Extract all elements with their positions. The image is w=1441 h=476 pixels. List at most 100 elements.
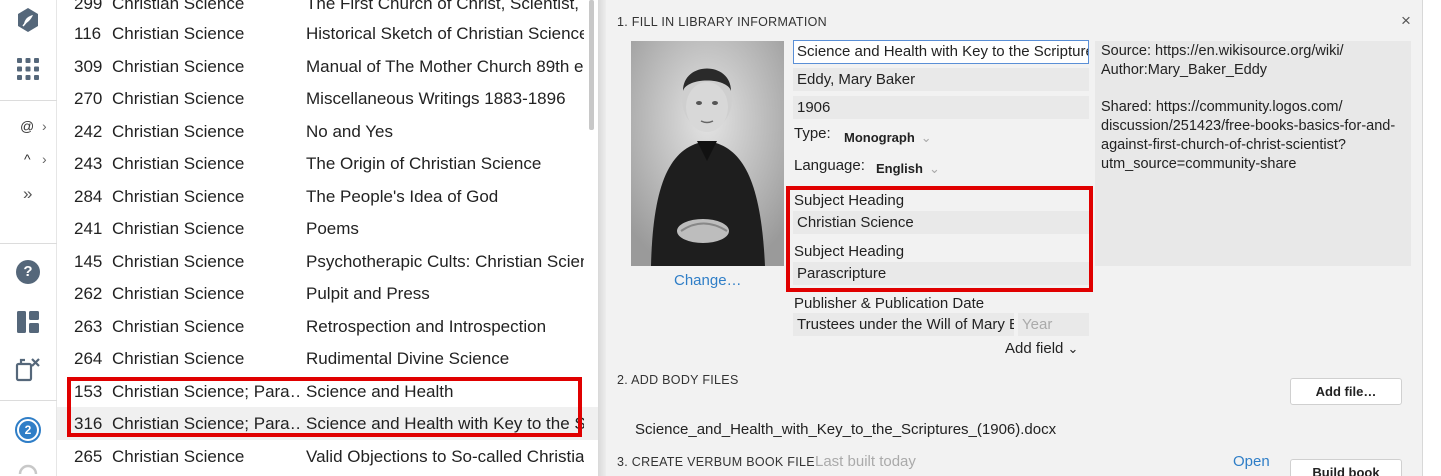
row-number: 116 [74,24,102,43]
row-subject: Christian Science [112,0,245,13]
row-title: Rudimental Divine Science [306,349,510,368]
language-label: Language: [794,157,865,174]
row-title: Poems [306,219,359,238]
list-row[interactable]: 243 Christian Science The Origin of Christ… [57,147,598,180]
rail-divider [0,243,57,244]
list-row[interactable]: 270 Christian Science Miscellaneous Writin… [57,82,598,115]
open-link[interactable]: Open [1233,453,1270,470]
row-title: No and Yes [306,122,393,141]
app-window: @ › ^ › » ? 2 299 Christian Science The Fi… [0,0,1441,476]
row-title: The People's Idea of God [306,187,499,206]
row-title: Retrospection and Introspection [306,317,547,336]
sync-icon[interactable] [14,460,42,476]
list-row[interactable]: 264 Christian Science Rudimental Divine Sc… [57,342,598,375]
row-title: Miscellaneous Writings 1883-1896 [306,89,566,108]
rail-divider [0,100,57,101]
row-subject: Christian Science [112,447,245,466]
row-number: 242 [74,122,103,141]
rail-divider [0,400,57,401]
chevron-right-icon[interactable]: › [42,151,47,167]
highlight-box-rows [67,377,582,437]
row-number: 270 [74,89,103,108]
chevron-down-icon: ⌄ [920,130,932,145]
row-subject: Christian Science [112,122,245,141]
list-row[interactable]: 242 Christian Science No and Yes [57,115,598,148]
source-text: Source: https://en.wikisource.org/wiki/ … [1101,43,1344,78]
row-subject: Christian Science [112,187,245,206]
list-row[interactable]: 309 Christian Science Manual of The Mother… [57,50,598,83]
list-row[interactable]: 116 Christian Science Historical Sketch of… [57,17,598,50]
close-icon[interactable]: × [1401,11,1411,31]
help-glyph: ? [16,260,40,284]
logos-logo-icon[interactable] [14,6,42,34]
date-field[interactable]: 1906 [793,96,1089,119]
section-title-body-files: 2. ADD BODY FILES [617,373,739,387]
row-subject: Christian Science [112,252,245,271]
row-number: 263 [74,317,103,336]
title-field[interactable]: Science and Health with Key to the Scrip… [793,40,1089,64]
row-number: 243 [74,154,103,173]
type-label: Type: [794,125,831,142]
publisher-field[interactable]: Trustees under the Will of Mary Baker [793,313,1014,336]
author-field[interactable]: Eddy, Mary Baker [793,68,1089,91]
last-built-status: Last built today [815,453,916,470]
row-number: 265 [74,447,103,466]
more-icon[interactable]: » [23,184,32,204]
row-number: 299 [74,0,103,13]
section-title-library-info: 1. FILL IN LIBRARY INFORMATION [617,15,827,29]
build-book-button[interactable]: Build book [1290,459,1402,476]
list-row[interactable]: 263 Christian Science Retrospection and In… [57,310,598,343]
add-field-button[interactable]: Add field ⌄ [1005,340,1078,357]
body-file-name[interactable]: Science_and_Health_with_Key_to_the_Scrip… [635,421,1056,438]
row-title: Valid Objections to So-called Christian [306,447,584,466]
row-subject: Christian Science [112,219,245,238]
list-scrollbar[interactable] [589,0,594,130]
language-value: English [876,161,923,176]
row-title: Psychotherapic Cults: Christian Science [306,252,584,271]
mentions-icon[interactable]: @ [20,118,34,134]
row-title: Historical Sketch of Christian Science M… [306,24,584,43]
page-strip [1422,0,1441,476]
highlight-box-subjects [786,186,1093,292]
help-icon[interactable]: ? [14,258,42,286]
row-number: 262 [74,284,103,303]
chevron-down-icon: ⌄ [1067,341,1079,356]
publisher-label: Publisher & Publication Date [794,295,985,312]
caret-icon[interactable]: ^ [24,151,31,167]
row-title: The Origin of Christian Science [306,154,542,173]
row-number: 284 [74,187,103,206]
row-number: 264 [74,349,103,368]
list-row[interactable]: 265 Christian Science Valid Objections to … [57,440,598,473]
language-dropdown[interactable]: English ⌄ [876,161,940,177]
publication-year-field[interactable]: Year [1018,313,1089,336]
add-field-label: Add field [1005,340,1064,357]
notifications-icon[interactable]: 2 [14,416,42,444]
icon-rail: @ › ^ › » ? 2 [0,0,57,476]
shared-text: Shared: https://community.logos.com/ dis… [1101,99,1396,172]
list-row[interactable]: 284 Christian Science The People's Idea of… [57,180,598,213]
row-subject: Christian Science [112,89,245,108]
row-title: Manual of The Mother Church 89th edition [306,57,584,76]
list-row[interactable]: 145 Christian Science Psychotherapic Cults… [57,245,598,278]
row-subject: Christian Science [112,284,245,303]
row-number: 309 [74,57,103,76]
page-strip-border [1422,0,1423,476]
row-subject: Christian Science [112,349,245,368]
row-subject: Christian Science [112,57,245,76]
type-dropdown[interactable]: Monograph ⌄ [844,130,932,146]
close-panels-icon[interactable] [14,355,42,383]
list-row[interactable]: 241 Christian Science Poems [57,212,598,245]
row-title: Pulpit and Press [306,284,430,303]
type-value: Monograph [844,130,915,145]
chevron-down-icon: ⌄ [928,161,940,176]
apps-grid-icon[interactable] [14,55,42,83]
chevron-right-icon[interactable]: › [42,118,47,134]
section-title-create-book: 3. CREATE VERBUM BOOK FILE [617,455,815,469]
add-file-button[interactable]: Add file… [1290,378,1402,405]
list-row[interactable]: 262 Christian Science Pulpit and Press [57,277,598,310]
change-cover-link[interactable]: Change… [674,272,742,289]
layouts-icon[interactable] [14,308,42,336]
book-cover-image[interactable] [631,41,784,266]
row-title: The First Church of Christ, Scientist, a… [306,0,584,13]
badge-count: 2 [19,421,37,439]
